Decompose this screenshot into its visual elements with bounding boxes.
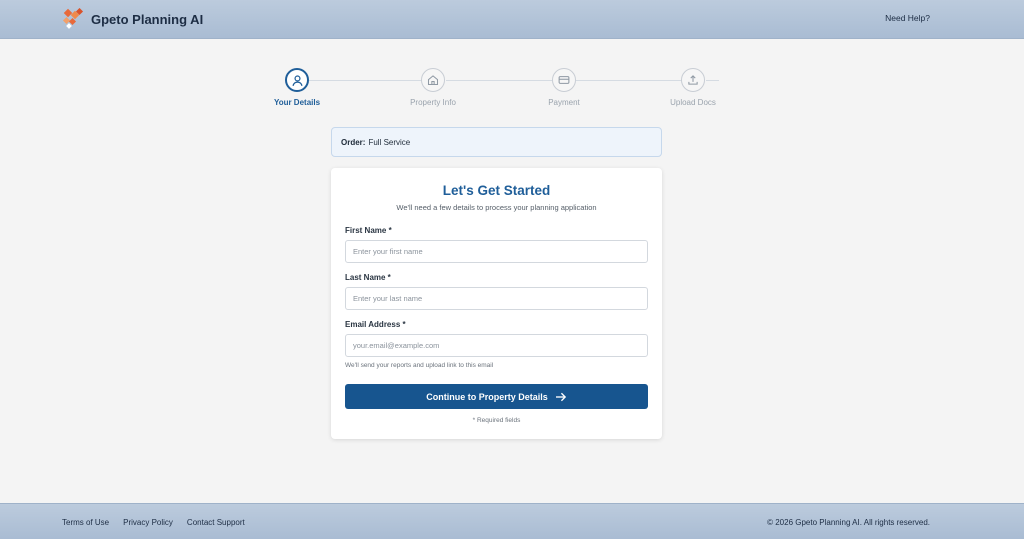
page-footer: Terms of Use Privacy Policy Contact Supp… bbox=[0, 503, 1024, 539]
upload-icon bbox=[688, 75, 698, 85]
first-name-label: First Name * bbox=[345, 226, 392, 235]
user-icon bbox=[291, 74, 303, 86]
footer-links: Terms of Use Privacy Policy Contact Supp… bbox=[62, 518, 259, 527]
arrow-right-icon bbox=[555, 392, 567, 402]
brand-name: Gpeto Planning AI bbox=[91, 11, 204, 27]
progress-stepper: Your Details Property Info Payment Uploa… bbox=[262, 68, 762, 112]
form-title: Let's Get Started bbox=[442, 183, 551, 198]
last-name-input[interactable] bbox=[345, 287, 648, 310]
home-icon bbox=[427, 75, 439, 86]
need-help-link[interactable]: Need Help? bbox=[885, 13, 930, 23]
step-circle bbox=[552, 68, 576, 92]
step-circle bbox=[681, 68, 705, 92]
step-payment[interactable]: Payment bbox=[524, 68, 604, 107]
step-label: Property Info bbox=[410, 98, 456, 107]
step-circle bbox=[421, 68, 445, 92]
step-circle bbox=[285, 68, 309, 92]
brand-logo-icon bbox=[62, 8, 84, 29]
step-label: Upload Docs bbox=[670, 98, 716, 107]
step-label: Payment bbox=[548, 98, 580, 107]
continue-button[interactable]: Continue to Property Details bbox=[345, 384, 648, 409]
step-property-info[interactable]: Property Info bbox=[393, 68, 473, 107]
step-label: Your Details bbox=[273, 98, 321, 107]
privacy-link[interactable]: Privacy Policy bbox=[123, 518, 173, 527]
credit-card-icon bbox=[558, 76, 570, 84]
step-your-details[interactable]: Your Details bbox=[257, 68, 337, 107]
details-form-card: Let's Get Started We'll need a few detai… bbox=[331, 168, 662, 439]
order-summary: Order: Full Service bbox=[331, 127, 662, 157]
top-header: Gpeto Planning AI Need Help? bbox=[0, 0, 1024, 39]
order-label: Order: bbox=[341, 137, 366, 147]
contact-support-link[interactable]: Contact Support bbox=[187, 518, 245, 527]
required-fields-note: * Required fields bbox=[472, 417, 521, 424]
order-value: Full Service bbox=[368, 137, 411, 147]
email-label: Email Address * bbox=[345, 320, 406, 329]
last-name-label: Last Name * bbox=[345, 273, 391, 282]
step-upload-docs[interactable]: Upload Docs bbox=[653, 68, 733, 107]
first-name-input[interactable] bbox=[345, 240, 648, 263]
brand[interactable]: Gpeto Planning AI bbox=[62, 8, 203, 30]
terms-link[interactable]: Terms of Use bbox=[62, 518, 109, 527]
email-input[interactable] bbox=[345, 334, 648, 357]
form-subtitle: We'll need a few details to process your… bbox=[396, 203, 597, 212]
continue-button-label: Continue to Property Details bbox=[426, 391, 548, 402]
email-hint: We'll send your reports and upload link … bbox=[345, 362, 494, 369]
copyright-text: © 2026 Gpeto Planning AI. All rights res… bbox=[767, 518, 930, 527]
